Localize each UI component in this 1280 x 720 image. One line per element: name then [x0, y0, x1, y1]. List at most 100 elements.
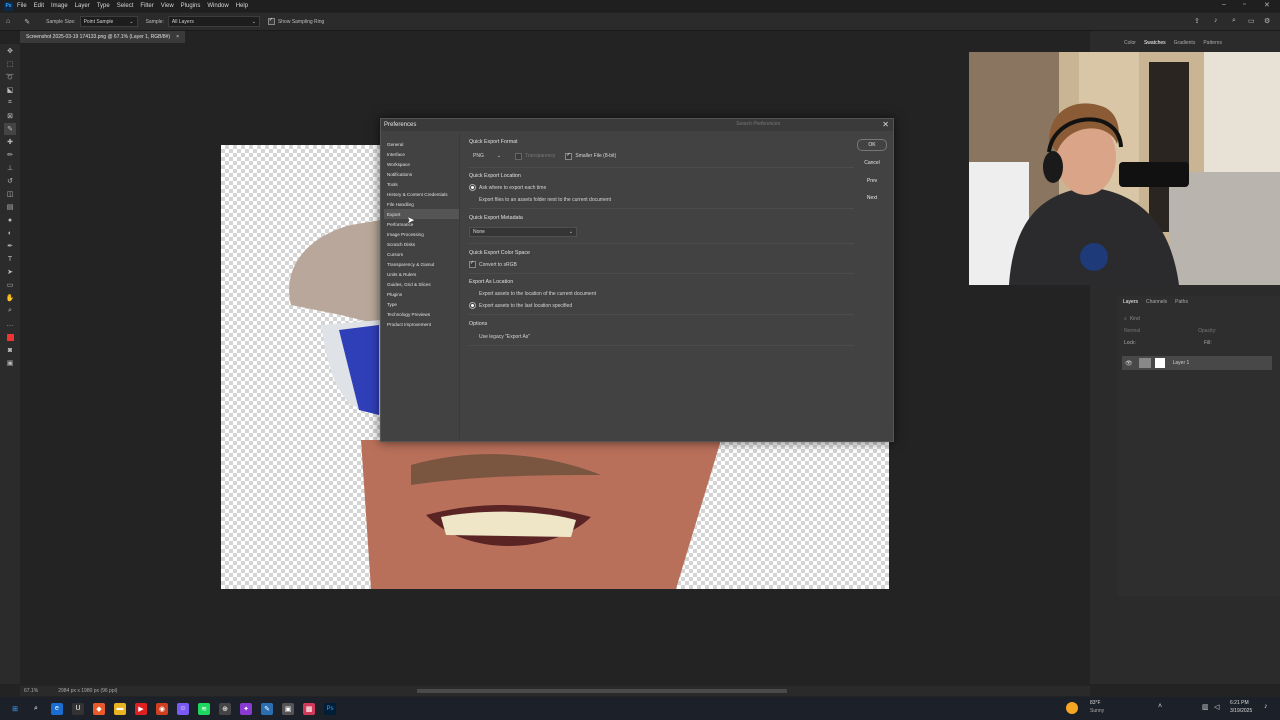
chrome-icon[interactable]: ◉ — [156, 702, 168, 715]
ok-button[interactable]: OK — [857, 139, 887, 151]
pen-tool-icon[interactable]: ✒ — [4, 240, 16, 252]
lasso-tool-icon[interactable]: ➰ — [4, 71, 16, 83]
spotify-icon[interactable]: ≋ — [198, 702, 210, 715]
app-icon[interactable]: ▣ — [282, 702, 294, 715]
color-swatches-icon[interactable] — [4, 331, 16, 343]
tab-patterns[interactable]: Patterns — [1203, 40, 1222, 46]
close-tab-icon[interactable]: × — [176, 34, 179, 40]
path-select-tool-icon[interactable]: ➤ — [4, 266, 16, 278]
search-icon[interactable]: ⌕ — [1232, 17, 1236, 25]
sample-size-select[interactable]: Point Sample ⌄ — [79, 16, 138, 27]
nav-units-rulers[interactable]: Units & Rulers — [384, 269, 459, 279]
maximize-icon[interactable]: ▫ — [1243, 1, 1245, 8]
nav-file-handling[interactable]: File Handling — [384, 199, 459, 209]
menu-file[interactable]: File — [17, 3, 27, 9]
crop-tool-icon[interactable]: ⌗ — [4, 97, 16, 109]
nav-export[interactable]: Export — [384, 209, 459, 219]
next-button[interactable]: Next — [857, 192, 887, 204]
clock-time[interactable]: 6:21 PM — [1230, 700, 1249, 706]
cancel-button[interactable]: Cancel — [857, 157, 887, 169]
blur-tool-icon[interactable]: ● — [4, 214, 16, 226]
object-select-tool-icon[interactable]: ⬕ — [4, 84, 16, 96]
move-tool-icon[interactable]: ✥ — [4, 45, 16, 57]
visibility-eye-icon[interactable]: 👁 — [1125, 360, 1133, 367]
tab-channels[interactable]: Channels — [1146, 299, 1167, 305]
show-sampling-ring-checkbox[interactable] — [267, 17, 275, 25]
nav-guides-grid[interactable]: Guides, Grid & Slices — [384, 279, 459, 289]
dodge-tool-icon[interactable]: ◐ — [4, 227, 16, 239]
stamp-tool-icon[interactable]: ⊥ — [4, 162, 16, 174]
assets-folder-radio[interactable] — [469, 196, 476, 203]
more-tools-icon[interactable]: … — [4, 318, 16, 330]
tab-paths[interactable]: Paths — [1175, 299, 1188, 305]
screen-mode-icon[interactable]: ▣ — [4, 357, 16, 369]
volume-icon[interactable]: ◁ — [1214, 703, 1219, 711]
menu-plugins[interactable]: Plugins — [181, 3, 201, 9]
healing-brush-tool-icon[interactable]: ✚ — [4, 136, 16, 148]
menu-view[interactable]: View — [161, 3, 174, 9]
search-icon[interactable]: ⌕ — [30, 703, 42, 715]
format-select[interactable]: PNG ⌄ — [469, 151, 505, 161]
nav-type[interactable]: Type — [384, 299, 459, 309]
tab-gradients[interactable]: Gradients — [1174, 40, 1196, 46]
metadata-select[interactable]: None ⌄ — [469, 227, 577, 237]
nav-notifications[interactable]: Notifications — [384, 169, 459, 179]
minimize-icon[interactable]: – — [1222, 1, 1226, 8]
menu-edit[interactable]: Edit — [34, 3, 44, 9]
app-icon[interactable]: ✎ — [261, 702, 273, 715]
last-location-radio[interactable] — [469, 302, 476, 309]
legacy-export-checkbox[interactable] — [469, 333, 476, 340]
menu-type[interactable]: Type — [97, 3, 110, 9]
menu-select[interactable]: Select — [117, 3, 134, 9]
tab-swatches[interactable]: Swatches — [1144, 40, 1166, 46]
notification-bell-icon[interactable]: ♪ — [1264, 703, 1268, 710]
smaller-file-checkbox[interactable] — [565, 152, 573, 160]
close-dialog-icon[interactable]: ✕ — [882, 120, 889, 129]
sample-select[interactable]: All Layers ⌄ — [167, 16, 260, 27]
current-doc-location-radio[interactable] — [469, 290, 476, 297]
shape-tool-icon[interactable]: ▭ — [4, 279, 16, 291]
layer-row[interactable]: 👁 Layer 1 — [1122, 356, 1272, 370]
edge-icon[interactable]: e — [51, 702, 63, 715]
eyedropper-tool-icon[interactable]: ✎ — [24, 18, 30, 26]
eraser-tool-icon[interactable]: ◫ — [4, 188, 16, 200]
share-icon[interactable]: ⇪ — [1194, 17, 1200, 25]
kind-filter-select[interactable]: Kind — [1130, 316, 1140, 322]
close-window-icon[interactable]: ✕ — [1264, 1, 1270, 9]
nav-product-improvement[interactable]: Product Improvement — [384, 319, 459, 329]
menu-filter[interactable]: Filter — [140, 3, 153, 9]
gradient-tool-icon[interactable]: ▤ — [4, 201, 16, 213]
app-icon[interactable]: ▩ — [303, 702, 315, 715]
history-brush-tool-icon[interactable]: ↺ — [4, 175, 16, 187]
windows-start-icon[interactable]: ⊞ — [9, 703, 21, 715]
nav-workspace[interactable]: Workspace — [384, 159, 459, 169]
menu-layer[interactable]: Layer — [75, 3, 90, 9]
nav-plugins[interactable]: Plugins — [384, 289, 459, 299]
nav-performance[interactable]: Performance — [384, 219, 459, 229]
app-icon[interactable]: ⊕ — [219, 702, 231, 715]
document-size-info[interactable]: 2984 px x 1980 px (96 ppi) — [58, 688, 117, 694]
app-icon[interactable]: ◆ — [93, 702, 105, 715]
tab-color[interactable]: Color — [1124, 40, 1136, 46]
nav-tools[interactable]: Tools — [384, 179, 459, 189]
search-preferences-input[interactable]: Search Preferences — [736, 121, 780, 127]
layer-name[interactable]: Layer 1 — [1173, 360, 1190, 366]
tray-chevron-icon[interactable]: ˄ — [1158, 703, 1162, 710]
weather-sun-icon[interactable] — [1066, 702, 1078, 714]
zoom-tool-icon[interactable]: ⌕ — [4, 305, 16, 317]
bell-icon[interactable]: ♪ — [1214, 17, 1218, 24]
eyedropper-tool-icon[interactable]: ✎ — [4, 123, 16, 135]
menu-image[interactable]: Image — [51, 3, 68, 9]
nav-cursors[interactable]: Cursors — [384, 249, 459, 259]
type-tool-icon[interactable]: T — [4, 253, 16, 265]
settings-icon[interactable]: ⚙ — [1264, 17, 1270, 25]
menu-window[interactable]: Window — [207, 3, 228, 9]
nav-history[interactable]: History & Content Credentials — [384, 189, 459, 199]
file-explorer-icon[interactable]: ▬ — [114, 702, 126, 715]
discord-icon[interactable]: ☺ — [177, 702, 189, 715]
document-tab[interactable]: Screenshot 2025-03-19 174133.png @ 67.1%… — [20, 31, 185, 43]
prev-button[interactable]: Prev — [857, 175, 887, 187]
layer-mask-thumbnail[interactable] — [1154, 358, 1165, 368]
transparency-checkbox[interactable] — [515, 152, 522, 160]
workspace-icon[interactable]: ▭ — [1248, 17, 1255, 25]
